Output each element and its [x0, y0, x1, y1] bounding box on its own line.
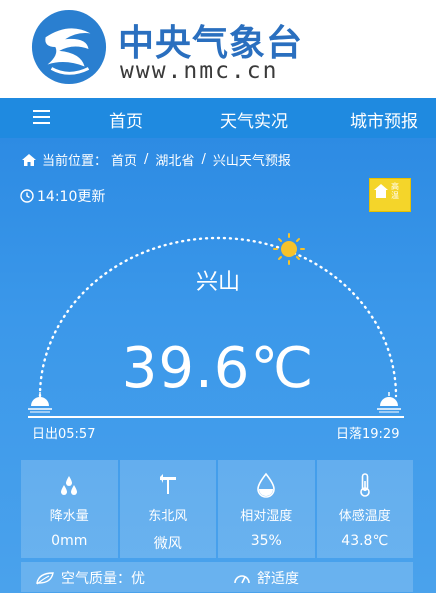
stat-value: 微风 [153, 536, 182, 552]
leaf-icon [36, 572, 54, 585]
bottom-info-bar: 空气质量：优 舒适度 [21, 562, 413, 592]
stat-wind: 东北风 微风 [119, 460, 216, 558]
stat-label: 降水量 [49, 509, 89, 524]
nav-home[interactable]: 首页 [109, 107, 143, 132]
wind-vane-icon [159, 474, 176, 494]
raindrops-icon [61, 476, 78, 495]
weather-panel: 当前位置： 首页 / 湖北省 / 兴山天气预报 14:10更新 高温 兴山 39… [0, 138, 436, 593]
stat-precipitation: 降水量 0mm [21, 460, 118, 558]
breadcrumb: 当前位置： 首页 / 湖北省 / 兴山天气预报 [22, 150, 291, 169]
home-icon [22, 153, 36, 166]
weather-stats: 降水量 0mm 东北风 微风 相对湿度 35% 体感温度 43.8℃ [21, 460, 413, 558]
sunrise-time: 日出05:57 [32, 427, 96, 442]
stat-value: 35% [250, 533, 282, 549]
stat-label: 东北风 [148, 509, 188, 524]
menu-icon[interactable] [33, 110, 50, 124]
stat-label: 相对湿度 [240, 509, 293, 524]
thermometer-icon [359, 473, 370, 497]
breadcrumb-prefix: 当前位置： [42, 154, 108, 169]
nav-city-forecast[interactable]: 城市预报 [350, 107, 418, 132]
breadcrumb-separator: / [201, 152, 206, 167]
main-nav: 首页 天气实况 城市预报 [0, 98, 436, 138]
update-time: 14:10更新 [20, 186, 105, 206]
stat-humidity: 相对湿度 35% [218, 460, 315, 558]
comfort-index[interactable]: 舒适度 [233, 568, 299, 588]
stat-value: 43.8℃ [341, 533, 389, 549]
sunset-time: 日落19:29 [336, 427, 400, 442]
stat-feels-like: 体感温度 43.8℃ [316, 460, 413, 558]
breadcrumb-current: 兴山天气预报 [212, 154, 291, 169]
breadcrumb-separator: / [144, 152, 149, 167]
clock-icon [20, 189, 34, 203]
nav-weather-live[interactable]: 天气实况 [220, 107, 288, 132]
stat-value: 0mm [51, 533, 88, 549]
site-header: 中央气象台 www.nmc.cn [0, 0, 436, 98]
gauge-icon [234, 575, 250, 584]
city-name: 兴山 [195, 270, 240, 295]
sun-icon [273, 233, 305, 265]
update-time-text: 14:10更新 [37, 189, 106, 205]
breadcrumb-province[interactable]: 湖北省 [155, 150, 194, 169]
breadcrumb-home[interactable]: 首页 [111, 150, 137, 169]
stat-label: 体感温度 [338, 509, 391, 524]
humidity-drop-icon [257, 472, 276, 498]
air-quality[interactable]: 空气质量：优 [35, 568, 145, 588]
site-url: www.nmc.cn [120, 58, 279, 84]
warning-badge-text: 高温 [391, 182, 399, 200]
warning-house-icon [374, 184, 388, 198]
comfort-text: 舒适度 [257, 571, 299, 587]
air-quality-text: 空气质量：优 [61, 571, 145, 587]
current-temperature: 39.6℃ [121, 336, 315, 401]
heat-warning-badge[interactable]: 高温 [369, 178, 411, 212]
nmc-logo[interactable] [30, 8, 108, 86]
